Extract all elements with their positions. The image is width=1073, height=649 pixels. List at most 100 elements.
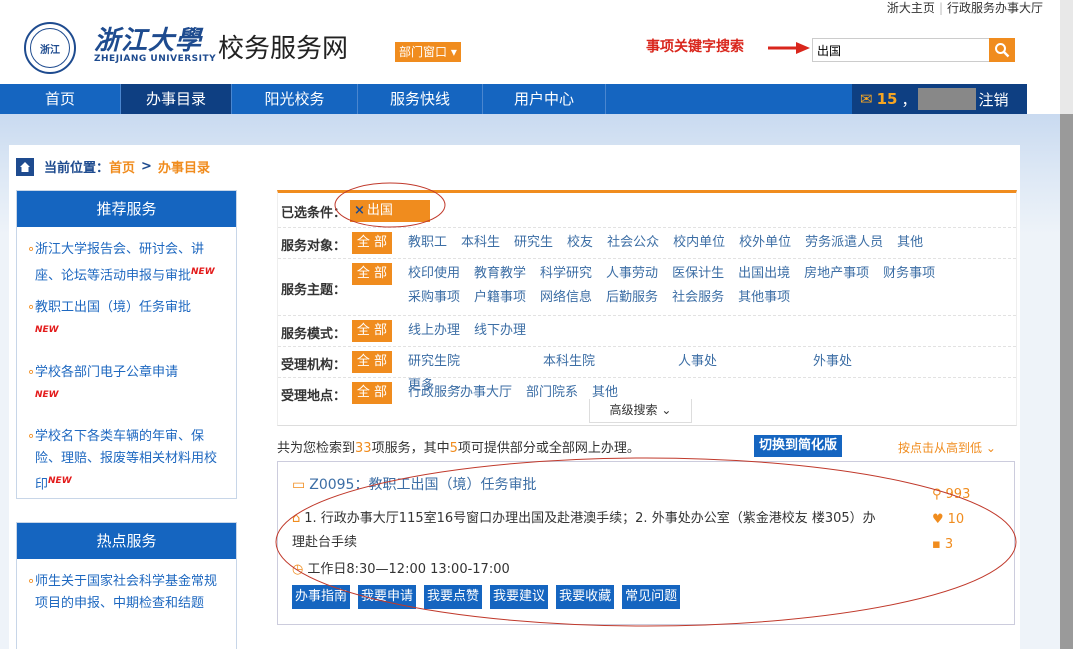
result-title[interactable]: ▭ Z0095：教职工出国（境）任务审批	[292, 474, 536, 494]
filter-option[interactable]: 网络信息	[540, 286, 592, 310]
chevron-down-icon: ⌄	[661, 403, 672, 417]
favorite-button[interactable]: 我要收藏	[556, 585, 615, 609]
filter-panel: 已选条件： × 出国 服务对象： 全 部 教职工 本科生 研究生 校友 社会公众 校内单位校…	[277, 190, 1017, 426]
search-input[interactable]	[812, 38, 990, 62]
filter-option[interactable]: 出国出境	[738, 262, 790, 286]
logo-chinese: 浙江大學	[94, 26, 203, 56]
filter-option[interactable]: 其他	[897, 231, 923, 255]
summary-prefix: 共为您检索到	[277, 441, 356, 456]
selected-tag[interactable]: × 出国	[350, 200, 430, 222]
nav-express[interactable]: 服务快线	[358, 84, 483, 114]
scrollbar-thumb[interactable]	[1060, 114, 1073, 649]
filter-option[interactable]: 其他事项	[738, 286, 790, 310]
recommended-services: 推荐服务 ∘ 浙江大学报告会、研讨会、讲座、论坛等活动申报与审批NEW ∘ 教职工出…	[16, 190, 237, 499]
bullet-icon: ∘	[27, 300, 36, 316]
mail-icon[interactable]: ✉	[860, 90, 873, 108]
filter-row-mode: 服务模式： 全 部 线上办理 线下办理	[278, 316, 1016, 347]
guide-button[interactable]: 办事指南	[292, 585, 351, 609]
filter-all-button[interactable]: 全 部	[352, 232, 392, 254]
filter-option[interactable]: 房地产事项	[804, 262, 869, 286]
filter-option[interactable]: 研究生	[514, 231, 553, 255]
zju-seal-logo[interactable]: 浙江	[24, 22, 76, 74]
remove-icon[interactable]: ×	[354, 203, 365, 218]
link-service-hall[interactable]: 行政服务办事大厅	[947, 1, 1043, 15]
result-stats: ⚲ 993 ♥ 10 ▪ 3	[932, 482, 970, 557]
filter-option[interactable]: 部门院系	[526, 381, 578, 405]
toggle-simple-button[interactable]: 切换到简化版	[754, 435, 843, 457]
filter-label: 受理机构：	[281, 358, 347, 373]
filter-option[interactable]: 财务事项	[883, 262, 935, 286]
home-icon[interactable]	[16, 157, 34, 176]
hot-item-text: 师生关于国家社会科学基金常规项目的申报、中期检查和结题	[35, 574, 218, 611]
filter-option[interactable]: 外事处	[813, 350, 934, 374]
recommended-item[interactable]: ∘ 浙江大学报告会、研讨会、讲座、论坛等活动申报与审批NEW	[17, 239, 236, 287]
nav-user-center[interactable]: 用户中心	[483, 84, 606, 114]
filter-all-button[interactable]: 全 部	[352, 320, 392, 342]
filter-all-button[interactable]: 全 部	[352, 263, 392, 285]
selected-tag-text: 出国	[366, 203, 393, 218]
sort-link[interactable]: 按点击从高到低 ⌄	[898, 439, 996, 456]
clock-icon: ◷	[292, 562, 304, 577]
nav-home[interactable]: 首页	[0, 84, 121, 114]
recommended-item-text: 浙江大学报告会、研讨会、讲座、论坛等活动申报与审批	[35, 242, 205, 284]
result-title-text: Z0095：教职工出国（境）任务审批	[309, 477, 537, 493]
faq-button[interactable]: 常见问题	[622, 585, 681, 609]
like-button[interactable]: 我要点赞	[424, 585, 483, 609]
mail-count[interactable]: 15	[877, 90, 898, 108]
filter-option[interactable]: 教育教学	[474, 262, 526, 286]
site-header: 浙江 浙江大學 ZHEJIANG UNIVERSITY 校务服务网 部门窗口 ▾…	[0, 18, 1073, 84]
filter-option[interactable]: 医保计生	[672, 262, 724, 286]
filter-option[interactable]: 线下办理	[474, 319, 526, 343]
summary-suffix: 项可提供部分或全部网上办理。	[457, 441, 640, 456]
link-zju-home[interactable]: 浙大主页	[887, 1, 935, 15]
search-label: 事项关键字搜索	[646, 39, 744, 55]
suggest-button[interactable]: 我要建议	[490, 585, 549, 609]
breadcrumb-home[interactable]: 首页	[109, 157, 135, 176]
filter-option[interactable]: 教职工	[408, 231, 447, 255]
nav-directory[interactable]: 办事目录	[121, 84, 232, 114]
building-icon: ⌂	[292, 511, 301, 526]
breadcrumb-current[interactable]: 办事目录	[158, 157, 210, 176]
recommended-item[interactable]: ∘ 教职工出国（境）任务审批 NEW	[17, 297, 236, 345]
filter-all-button[interactable]: 全 部	[352, 382, 392, 404]
bullet-icon: ∘	[27, 428, 36, 444]
filter-option[interactable]: 校内单位	[673, 231, 725, 255]
filter-option[interactable]: 人事处	[678, 350, 799, 374]
new-badge: NEW	[191, 267, 215, 277]
filter-option[interactable]: 行政服务办事大厅	[408, 381, 512, 405]
filter-option[interactable]: 本科生院	[543, 350, 664, 374]
search-button[interactable]	[989, 38, 1015, 62]
hot-item[interactable]: ∘ 师生关于国家社会科学基金常规项目的申报、中期检查和结题	[17, 571, 236, 615]
filter-option[interactable]: 科学研究	[540, 262, 592, 286]
advanced-search-toggle[interactable]: 高级搜索 ⌄	[589, 399, 692, 423]
filter-option[interactable]: 劳务派遣人员	[805, 231, 883, 255]
filter-option[interactable]: 后勤服务	[606, 286, 658, 310]
filter-option[interactable]: 研究生院	[408, 350, 529, 374]
recommended-item[interactable]: ∘ 学校各部门电子公章申请 NEW	[17, 362, 236, 410]
filter-all-button[interactable]: 全 部	[352, 351, 392, 373]
nav-sunshine[interactable]: 阳光校务	[232, 84, 358, 114]
dept-window-dropdown[interactable]: 部门窗口 ▾	[395, 42, 461, 62]
filter-option[interactable]: 校友	[567, 231, 593, 255]
filter-label: 服务主题：	[281, 283, 347, 298]
recommended-item[interactable]: ∘ 学校名下各类车辆的年审、保险、理赔、报废等相关材料用校印NEW	[17, 426, 236, 496]
filter-selected-label: 已选条件：	[281, 206, 347, 221]
dept-window-label: 部门窗口	[399, 45, 448, 59]
filter-option[interactable]: 校外单位	[739, 231, 791, 255]
filter-option[interactable]: 线上办理	[408, 319, 460, 343]
filter-option[interactable]: 社会服务	[672, 286, 724, 310]
divider: |	[938, 1, 943, 15]
filter-option[interactable]: 户籍事项	[474, 286, 526, 310]
filter-row-theme: 服务主题： 全 部 校印使用 教育教学 科学研究 人事劳动 医保计生 出国出境 房地产事项财…	[278, 259, 1016, 316]
filter-option[interactable]: 社会公众	[607, 231, 659, 255]
filter-option[interactable]: 本科生	[461, 231, 500, 255]
filter-options: 线上办理 线下办理	[408, 319, 540, 343]
search-icon	[995, 43, 1010, 58]
logout-link[interactable]: 注销	[978, 89, 1008, 110]
filter-option[interactable]: 校印使用	[408, 262, 460, 286]
filter-option[interactable]: 采购事项	[408, 286, 460, 310]
result-actions: 办事指南 我要申请 我要点赞 我要建议 我要收藏 常见问题	[292, 585, 688, 609]
filter-option[interactable]: 人事劳动	[606, 262, 658, 286]
summary-mid: 项服务，其中	[371, 441, 450, 456]
apply-button[interactable]: 我要申请	[358, 585, 417, 609]
